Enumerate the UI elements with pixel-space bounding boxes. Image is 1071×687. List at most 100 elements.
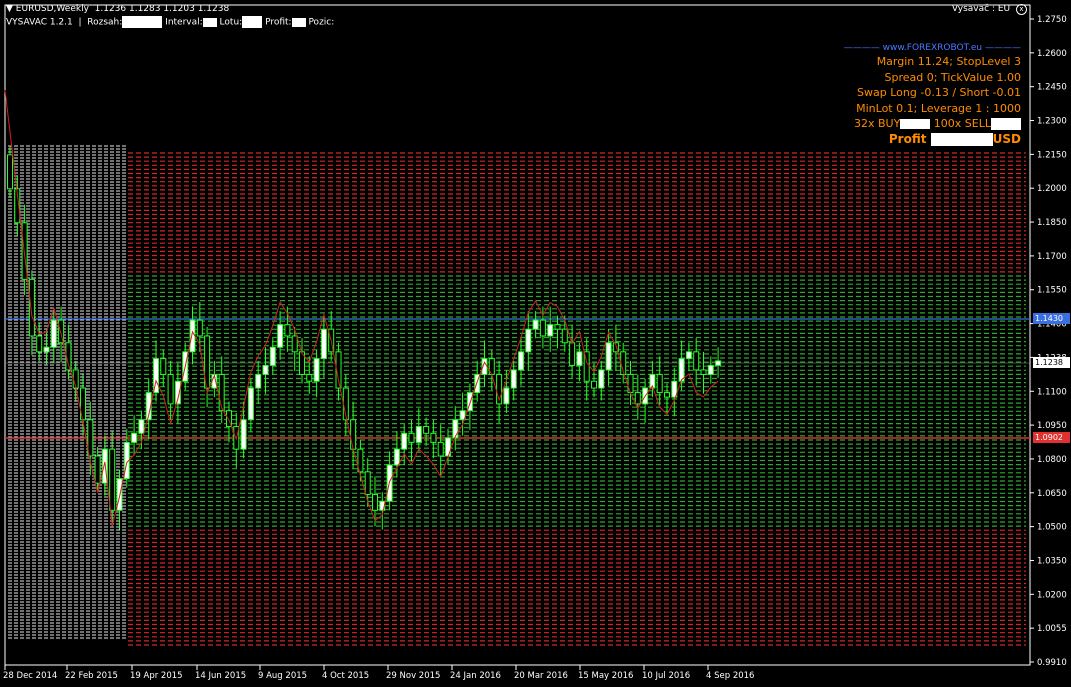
margin-info: Margin 11.24; StopLevel 3 bbox=[876, 55, 1021, 68]
time-axis-label: 22 Feb 2015 bbox=[65, 671, 118, 681]
candle-body bbox=[94, 455, 101, 484]
candle-body bbox=[598, 369, 605, 389]
field-interval: Interval: bbox=[165, 17, 203, 28]
field-pozic: Pozic: bbox=[308, 17, 335, 28]
separator: | bbox=[78, 17, 82, 28]
candle-body bbox=[627, 373, 634, 394]
candle-body bbox=[561, 328, 568, 344]
candle-body bbox=[350, 419, 357, 450]
time-axis-label: 14 Jun 2015 bbox=[195, 671, 246, 681]
site-url: www.FOREXROBOT.eu bbox=[882, 43, 983, 53]
candle-body bbox=[430, 432, 437, 443]
candle-body bbox=[554, 324, 561, 330]
swap-info: Swap Long -0.13 / Short -0.01 bbox=[857, 86, 1021, 99]
price-tag-red-line: 1.0902 bbox=[1033, 432, 1070, 443]
positions-info: 32x BUY 100x SELL bbox=[821, 116, 1021, 132]
price-chart[interactable]: 1.2750 1.2600 1.2450 1.2300 1.2150 1.2000 1.18… bbox=[0, 0, 1071, 687]
candle-body bbox=[510, 369, 517, 389]
time-axis-label: 24 Jan 2016 bbox=[450, 671, 501, 681]
candle-body bbox=[547, 324, 554, 337]
price-axis-label: 1.1100 bbox=[1037, 387, 1067, 397]
candle-body bbox=[247, 387, 254, 421]
candle-body bbox=[576, 351, 583, 366]
price-axis-label: 1.0950 bbox=[1037, 421, 1067, 431]
minlot-info: MinLot 0.1; Leverage 1 : 1000 bbox=[856, 101, 1021, 115]
price-axis-label: 1.0200 bbox=[1037, 590, 1067, 600]
redaction-box bbox=[930, 132, 993, 146]
candle-body bbox=[685, 351, 692, 360]
candle-body bbox=[291, 335, 298, 353]
field-lotu: Lotu: bbox=[219, 17, 243, 28]
time-axis-label: 20 Mar 2016 bbox=[514, 671, 568, 681]
candle-body bbox=[218, 373, 225, 412]
time-axis-label: 19 Apr 2015 bbox=[130, 671, 183, 681]
ea-title: Vysavač : EU bbox=[951, 4, 1011, 14]
candle-body bbox=[138, 419, 145, 434]
time-axis-label: 29 Nov 2015 bbox=[386, 671, 440, 681]
candle-body bbox=[284, 324, 291, 337]
price-axis-label: 1.2600 bbox=[1037, 49, 1067, 59]
candle-body bbox=[277, 324, 284, 348]
candle-body bbox=[306, 373, 313, 382]
candle-body bbox=[320, 328, 327, 360]
candle-body bbox=[364, 471, 371, 495]
candle-body bbox=[7, 154, 13, 190]
price-axis-label: 1.0500 bbox=[1037, 523, 1067, 533]
candle-body bbox=[131, 432, 138, 443]
close-icon[interactable]: x bbox=[1016, 4, 1027, 15]
site-link[interactable]: ———— www.FOREXROBOT.eu ———— bbox=[821, 42, 1021, 54]
candle-body bbox=[525, 328, 532, 353]
field-rozsah: Rozsah: bbox=[87, 17, 123, 28]
candle-body bbox=[167, 373, 174, 405]
price-axis-label: 1.2450 bbox=[1037, 83, 1067, 93]
candle-body bbox=[634, 392, 641, 405]
candle-body bbox=[518, 351, 524, 371]
price-tag-current: 1.1238 bbox=[1033, 357, 1070, 368]
spread-info: Spread 0; TickValue 1.00 bbox=[884, 70, 1022, 84]
candle-body bbox=[43, 346, 50, 353]
price-axis-label: 1.0800 bbox=[1037, 455, 1067, 465]
candle-body bbox=[160, 358, 167, 375]
symbol-timeframe: EURUSD,Weekly bbox=[15, 4, 89, 14]
candle-body bbox=[656, 373, 663, 394]
price-axis-label: 1.0650 bbox=[1037, 489, 1067, 499]
candle-body bbox=[452, 419, 459, 439]
redaction-box bbox=[991, 118, 1021, 130]
candle-body bbox=[532, 319, 539, 330]
price-axis-label: 1.2300 bbox=[1037, 117, 1067, 127]
price-axis-label: 1.0350 bbox=[1037, 556, 1067, 566]
candle-body bbox=[423, 426, 430, 434]
candle-body bbox=[700, 369, 707, 375]
chart-menu-icon[interactable]: ▼ bbox=[6, 4, 13, 14]
redaction-box bbox=[291, 17, 306, 27]
time-axis-label: 4 Sep 2016 bbox=[706, 671, 754, 681]
field-profit: Profit: bbox=[265, 17, 292, 28]
price-axis-label: 1.2150 bbox=[1037, 150, 1067, 160]
time-axis-label: 4 Oct 2015 bbox=[322, 671, 369, 681]
candle-body bbox=[437, 441, 444, 457]
redaction-box bbox=[122, 16, 163, 28]
redaction-box bbox=[242, 16, 263, 28]
price-tag-blue-line: 1.1430 bbox=[1033, 313, 1070, 324]
price-axis-label: 1.0055 bbox=[1037, 624, 1067, 634]
candle-body bbox=[109, 448, 116, 511]
price-axis-label: 1.2000 bbox=[1037, 184, 1067, 194]
candle-body bbox=[28, 278, 35, 337]
candle-body bbox=[269, 346, 276, 366]
ea-info-panel: ———— www.FOREXROBOT.eu ———— Margin 11.24… bbox=[821, 42, 1021, 147]
candle-body bbox=[539, 319, 546, 337]
price-axis-label: 0.9910 bbox=[1037, 658, 1067, 668]
candle-body bbox=[591, 380, 597, 389]
candle-body bbox=[408, 432, 415, 443]
candle-body bbox=[36, 335, 43, 353]
candle-body bbox=[664, 392, 670, 398]
ohlc-values: 1.1236 1.1283 1.1203 1.1238 bbox=[94, 4, 230, 14]
time-axis-label: 28 Dec 2014 bbox=[3, 671, 57, 681]
candle-body bbox=[415, 426, 422, 443]
price-axis-label: 1.2750 bbox=[1037, 15, 1067, 25]
candle-body bbox=[715, 360, 722, 366]
candle-body bbox=[50, 319, 57, 348]
candle-body bbox=[196, 319, 203, 337]
time-axis-label: 10 Jul 2016 bbox=[642, 671, 690, 681]
ea-title-badge: Vysavač : EU x bbox=[952, 4, 1027, 15]
